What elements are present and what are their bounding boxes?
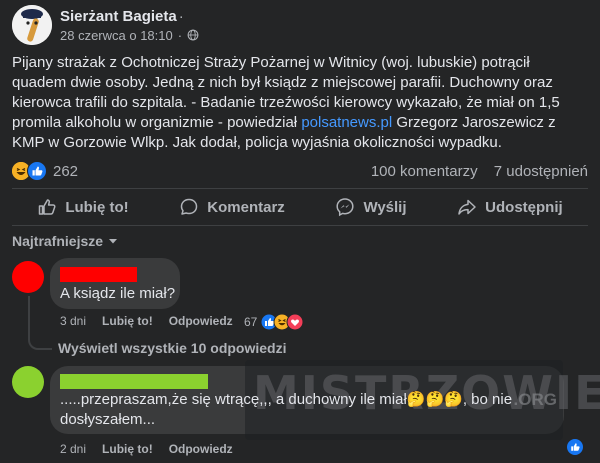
comment-reactions[interactable]: 67 xyxy=(244,313,308,331)
like-button[interactable]: Lubię to! xyxy=(37,197,129,217)
speech-bubble-icon xyxy=(181,198,198,215)
divider-top xyxy=(12,188,588,189)
comment-label: Komentarz xyxy=(207,198,285,216)
comment-actions-2: 2 dni Lubię to! Odpowiedz xyxy=(60,442,233,456)
comment-text: A ksiądz ile miał? xyxy=(60,285,176,302)
shares-count[interactable]: 7 udostępnień xyxy=(494,163,588,180)
comment-avatar-2[interactable] xyxy=(12,366,44,398)
view-replies-link[interactable]: Wyświetl wszystkie 10 odpowiedzi xyxy=(58,340,286,356)
baguette-sergeant-icon xyxy=(12,5,52,45)
post-stats: 262 100 komentarzy 7 udostępnień xyxy=(12,160,588,182)
globe-icon xyxy=(187,29,199,41)
thread-connector xyxy=(28,296,52,350)
replies-label: Wyświetl wszystkie 10 odpowiedzi xyxy=(58,340,287,356)
comment-time-2[interactable]: 2 dni xyxy=(60,442,86,456)
comment-text-2: .....przepraszam,że się wtrącę,,, a duch… xyxy=(60,390,560,430)
page-avatar[interactable] xyxy=(12,5,52,45)
comments-count[interactable]: 100 komentarzy xyxy=(371,163,478,180)
like-label: Lubię to! xyxy=(65,198,129,216)
comment-like-reaction-icon[interactable] xyxy=(567,439,583,455)
share-label: Udostępnij xyxy=(485,198,563,216)
post-actions: Lubię to! Komentarz Wyślij Udostępnij xyxy=(12,192,588,222)
comment-time[interactable]: 3 dni xyxy=(60,314,86,328)
comment-reply-button[interactable]: Odpowiedz xyxy=(169,314,233,328)
author-name[interactable]: Sierżant Bagieta xyxy=(60,8,177,25)
caret-down-icon xyxy=(109,239,118,244)
comment-text-line1: .....przepraszam,że się wtrącę,,, a duch… xyxy=(60,391,513,408)
send-button[interactable]: Wyślij xyxy=(335,197,407,217)
post-timestamp[interactable]: 28 czerwca o 18:10 xyxy=(60,28,173,43)
comment-avatar[interactable] xyxy=(12,261,44,293)
post-author[interactable]: Sierżant Bagieta · xyxy=(60,8,199,25)
share-button[interactable]: Udostępnij xyxy=(457,197,563,217)
comment-sort-dropdown[interactable]: Najtrafniejsze xyxy=(12,233,119,249)
comment-like-button-2[interactable]: Lubię to! xyxy=(102,442,153,456)
comment-reply-button-2[interactable]: Odpowiedz xyxy=(169,442,233,456)
comment-text-line2: dosłyszałem... xyxy=(60,411,156,428)
author-dot: · xyxy=(178,7,184,25)
meta-dot: · xyxy=(177,27,183,43)
reaction-count[interactable]: 262 xyxy=(53,163,78,180)
reaction-summary[interactable]: 262 xyxy=(12,161,78,181)
divider-bottom xyxy=(12,225,588,226)
post-header: Sierżant Bagieta · 28 czerwca o 18:10 · xyxy=(12,5,199,45)
source-link[interactable]: polsatnews.pl xyxy=(301,114,392,131)
like-reaction-icon xyxy=(27,161,47,181)
comment-actions: 3 dni Lubię to! Odpowiedz xyxy=(60,314,233,328)
comment-reaction-icons xyxy=(260,313,304,331)
comment-like-button[interactable]: Lubię to! xyxy=(102,314,153,328)
redacted-commenter-name[interactable] xyxy=(60,267,137,282)
send-label: Wyślij xyxy=(363,198,407,216)
comment-reaction-count: 67 xyxy=(244,315,258,329)
post-meta: 28 czerwca o 18:10 · xyxy=(60,28,199,43)
thumbs-up-icon xyxy=(39,199,56,215)
messenger-icon xyxy=(336,198,354,217)
comment-button[interactable]: Komentarz xyxy=(179,197,285,217)
sort-label: Najtrafniejsze xyxy=(12,233,104,249)
post-body: Pijany strażak z Ochotniczej Straży Poża… xyxy=(12,53,588,153)
share-arrow-icon xyxy=(458,199,476,215)
redacted-commenter-name-2[interactable] xyxy=(60,374,208,389)
